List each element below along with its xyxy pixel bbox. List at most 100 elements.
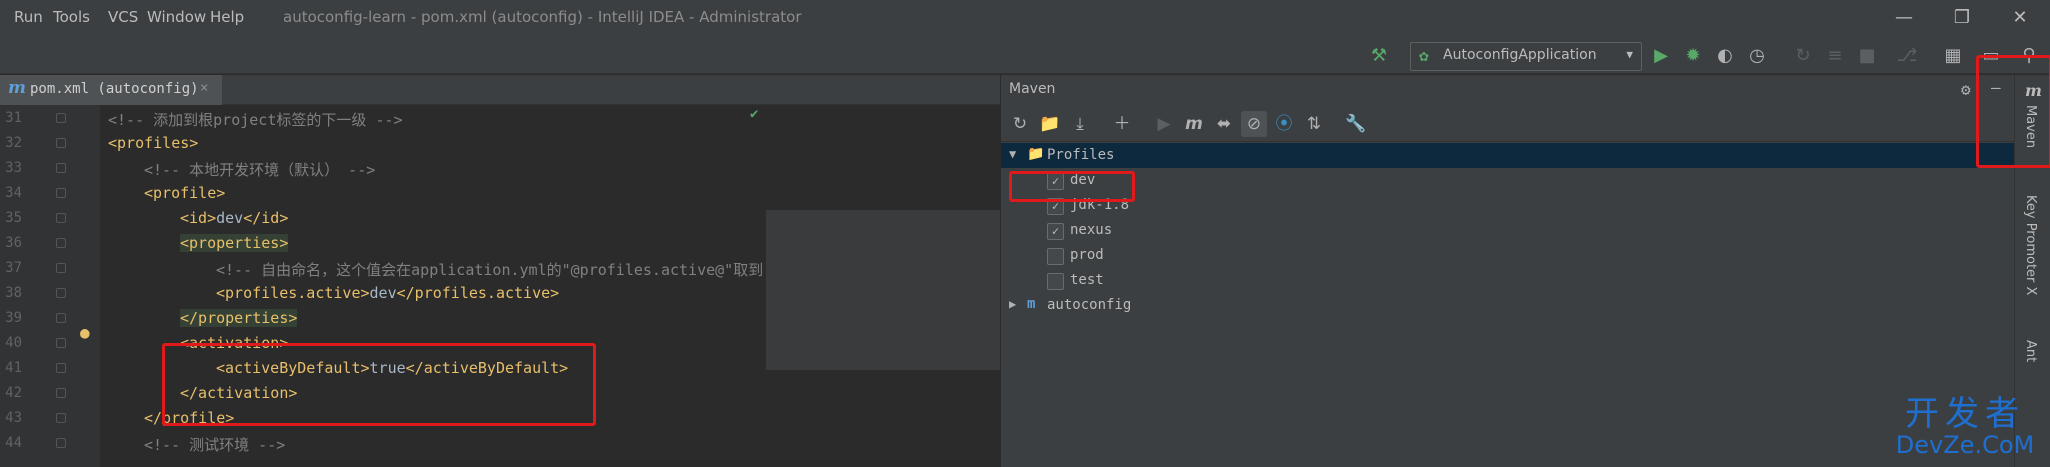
chevron-down-icon: ▼ <box>1626 48 1633 61</box>
watermark-logo: 开发者 DevZe.CoM <box>1885 396 2045 458</box>
download-icon[interactable]: ⤓ <box>1067 111 1093 137</box>
run-config-dropdown[interactable]: ✿ AutoconfigApplication ▼ <box>1410 42 1642 71</box>
tab-ant[interactable]: Ant <box>2023 340 2038 362</box>
fold-marker-icon[interactable] <box>56 438 66 448</box>
fold-marker-icon[interactable] <box>56 263 66 273</box>
xml-comment: <!-- 自由命名，这个值会在application.yml的"@profile… <box>216 261 764 279</box>
show-dependencies-icon[interactable]: ⦿ <box>1271 111 1297 137</box>
gear-icon[interactable]: ⚙ <box>1961 80 1971 99</box>
maven-file-icon: m <box>8 78 26 98</box>
checkbox-prod[interactable] <box>1047 248 1064 265</box>
watermark-line2: DevZe.CoM <box>1895 431 2035 459</box>
lightbulb-icon[interactable]: ● <box>80 323 90 342</box>
fold-marker-icon[interactable] <box>56 163 66 173</box>
debug-icon[interactable]: ✹ <box>1680 43 1706 69</box>
run-maven-icon[interactable]: ▶ <box>1151 111 1177 137</box>
maximize-icon[interactable]: ❐ <box>1942 4 1982 32</box>
xml-value: dev <box>369 284 397 302</box>
execute-goal-icon[interactable]: m <box>1181 111 1207 137</box>
fold-marker-icon[interactable] <box>56 238 66 248</box>
add-folder-icon[interactable]: 📁 <box>1037 111 1063 137</box>
inspection-ok-icon[interactable]: ✔ <box>750 106 758 122</box>
close-tab-icon[interactable]: × <box>200 80 208 96</box>
xml-open-tag: <id> <box>180 209 217 227</box>
profiles-label: Profiles <box>1047 147 1115 163</box>
fold-marker-icon[interactable] <box>56 388 66 398</box>
menu-run[interactable]: Run <box>14 8 43 26</box>
xml-tag: <profile> <box>144 184 226 202</box>
maven-tab-highlight-box <box>1976 55 2050 168</box>
wrench-icon[interactable]: 🔧 <box>1343 111 1369 137</box>
tree-profile-dev[interactable]: ✓ dev <box>1001 168 2015 193</box>
fold-marker-icon[interactable] <box>56 113 66 123</box>
profile-name-nexus: nexus <box>1070 222 1113 238</box>
fold-marker-icon[interactable] <box>56 213 66 223</box>
line-number: 39 <box>5 310 22 326</box>
watermark-line1: 开发者 <box>1905 394 2025 434</box>
project-structure-icon[interactable]: ▦ <box>1940 43 1966 69</box>
fold-marker-icon[interactable] <box>56 363 66 373</box>
coverage-icon[interactable]: ◐ <box>1712 43 1738 69</box>
menu-help[interactable]: Help <box>210 8 244 26</box>
toggle-offline-icon[interactable]: ⬌ <box>1211 111 1237 137</box>
xml-comment: <!-- 测试环境 --> <box>144 436 286 454</box>
line-number: 37 <box>5 260 22 276</box>
checkbox-nexus[interactable]: ✓ <box>1047 223 1064 240</box>
tree-profile-jdk[interactable]: ✓ jdk-1.8 <box>1001 193 2015 218</box>
close-icon[interactable]: ✕ <box>2000 4 2040 32</box>
minimap[interactable] <box>766 105 1000 375</box>
reload-icon[interactable]: ↻ <box>1007 111 1033 137</box>
run-icon[interactable]: ▶ <box>1648 43 1674 69</box>
profiles-folder-icon: 📁 <box>1027 146 1045 162</box>
tab-label: pom.xml (autoconfig) <box>30 81 199 97</box>
checkbox-test[interactable] <box>1047 273 1064 290</box>
minimap-viewport[interactable] <box>766 210 1000 370</box>
tree-profile-test[interactable]: test <box>1001 268 2015 293</box>
fold-marker-icon[interactable] <box>56 413 66 423</box>
profile-icon[interactable]: ◷ <box>1744 43 1770 69</box>
redeploy-icon[interactable]: ≡ <box>1822 43 1848 69</box>
code-line: <properties> <box>180 234 289 252</box>
code-line: <!-- 测试环境 --> <box>144 434 285 455</box>
xml-tag: </properties> <box>180 309 298 327</box>
tree-project-node[interactable]: ▶ m autoconfig <box>1001 293 2015 318</box>
line-number: 36 <box>5 235 22 251</box>
collapsed-arrow-icon[interactable]: ▶ <box>1009 297 1016 311</box>
line-number: 31 <box>5 110 22 126</box>
line-number: 43 <box>5 410 22 426</box>
line-number: 40 <box>5 335 22 351</box>
tree-profiles-node[interactable]: ▼ 📁 Profiles <box>1001 143 2015 168</box>
minimize-icon[interactable]: — <box>1884 4 1924 32</box>
xml-close-tag: </id> <box>243 209 289 227</box>
code-line: <profiles.active>dev</profiles.active> <box>216 284 559 302</box>
code-line: <!-- 添加到根project标签的下一级 --> <box>108 109 403 130</box>
profile-name-test: test <box>1070 272 1104 288</box>
stop-icon[interactable]: ■ <box>1854 43 1880 69</box>
fold-marker-icon[interactable] <box>56 338 66 348</box>
line-number: 41 <box>5 360 22 376</box>
fold-marker-icon[interactable] <box>56 138 66 148</box>
update-icon[interactable]: ↻ <box>1790 43 1816 69</box>
collapse-all-icon[interactable]: ⇅ <box>1301 111 1327 137</box>
xml-tag: <profiles> <box>108 134 199 152</box>
maven-title: Maven <box>1009 81 1056 97</box>
skip-tests-icon[interactable]: ⊘ <box>1241 111 1267 137</box>
menu-vcs[interactable]: VCS <box>108 8 138 26</box>
fold-marker-icon[interactable] <box>56 313 66 323</box>
xml-comment: <!-- 本地开发环境（默认） --> <box>144 161 376 179</box>
fold-marker-icon[interactable] <box>56 288 66 298</box>
code-line: </properties> <box>180 309 298 327</box>
tab-key-promoter[interactable]: Key Promoter X <box>2023 195 2038 295</box>
line-number: 34 <box>5 185 22 201</box>
profile-name-prod: prod <box>1070 247 1104 263</box>
fold-marker-icon[interactable] <box>56 188 66 198</box>
menu-tools[interactable]: Tools <box>53 8 90 26</box>
build-hammer-icon[interactable]: ⚒ <box>1366 43 1392 69</box>
expand-arrow-icon[interactable]: ▼ <box>1009 147 1016 161</box>
tree-profile-nexus[interactable]: ✓ nexus <box>1001 218 2015 243</box>
add-icon[interactable]: ＋ <box>1109 111 1135 137</box>
vcs-icon[interactable]: ⎇ <box>1894 43 1920 69</box>
menu-window[interactable]: Window <box>147 8 206 26</box>
tree-profile-prod[interactable]: prod <box>1001 243 2015 268</box>
tab-pom-xml[interactable]: m pom.xml (autoconfig) × <box>0 75 222 108</box>
